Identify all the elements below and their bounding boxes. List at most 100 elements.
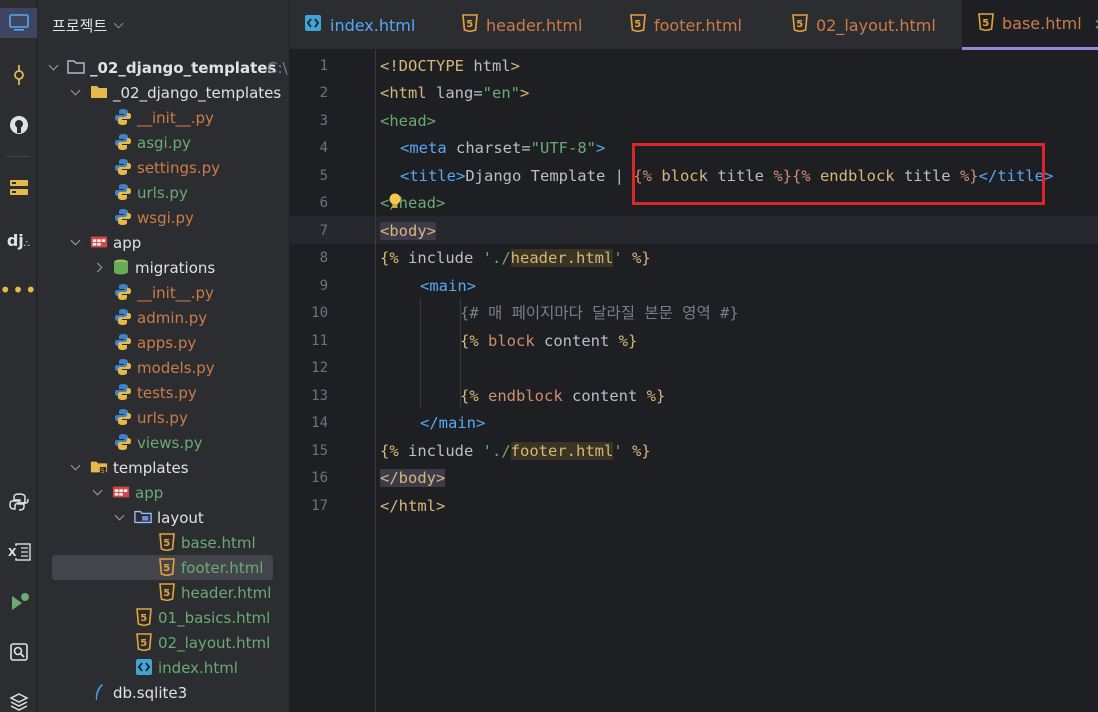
layers-icon[interactable] [0, 687, 37, 712]
more-icon[interactable]: ••• [0, 275, 37, 305]
chevron-down-icon[interactable] [67, 80, 83, 105]
chevron-right-icon[interactable] [89, 255, 105, 280]
token: './ [482, 249, 511, 267]
commit-icon[interactable] [0, 60, 37, 90]
migrations-folder-icon [112, 258, 130, 276]
tree-item-path: C:\ [267, 58, 288, 77]
html5-icon: 5 [462, 14, 478, 36]
github-icon[interactable] [0, 110, 37, 140]
tab-index-html[interactable]: index.html [304, 0, 415, 50]
tab-02-layout-html[interactable]: 5 02_layout.html [792, 0, 936, 50]
tree-item-label: templates [113, 458, 189, 477]
token: {% [380, 249, 399, 267]
token: {% [460, 387, 479, 405]
line-number: 5 [319, 168, 328, 184]
token: {# 매 페이지마다 달라질 본문 영역 #} [460, 304, 739, 322]
tree-file-item[interactable]: urls.py [37, 180, 289, 205]
django-icon[interactable]: dj ∴ [0, 225, 37, 255]
line-number: 13 [311, 388, 328, 404]
chevron-down-icon[interactable] [113, 18, 124, 28]
chevron-down-icon[interactable] [45, 55, 61, 80]
python-console-icon[interactable] [0, 487, 37, 517]
tree-file-item[interactable]: 5 02_layout.html [37, 630, 289, 655]
token: endblock [478, 387, 563, 405]
project-view-icon[interactable] [0, 8, 37, 38]
tree-file-item[interactable]: models.py [37, 355, 289, 380]
tab-base-html[interactable]: 5 base.html × [962, 0, 1098, 50]
code-line-16: </body> [380, 465, 446, 492]
tree-folder-item[interactable]: 5 templates [37, 455, 289, 480]
token: html [464, 57, 511, 75]
run-icon[interactable] [0, 587, 37, 617]
tree-file-item[interactable]: 5 header.html [37, 580, 289, 605]
chevron-down-icon[interactable] [67, 230, 83, 255]
tree-file-item[interactable]: 5 footer.html [52, 555, 273, 580]
chevron-down-icon[interactable] [67, 455, 83, 480]
line-number: 6 [319, 195, 328, 211]
tree-file-item[interactable]: db.sqlite3 [37, 680, 289, 705]
tree-file-item[interactable]: __init__.py [37, 280, 289, 305]
chevron-down-icon[interactable] [111, 505, 127, 530]
tree-file-item[interactable]: admin.py [37, 305, 289, 330]
excel-icon[interactable]: X [0, 537, 37, 567]
html5-file-icon: 5 [158, 533, 176, 551]
tab-label: footer.html [654, 15, 742, 35]
activity-bar: dj ∴ ••• X [0, 0, 37, 712]
search-icon[interactable] [0, 637, 37, 667]
tree-item-label: apps.py [137, 333, 197, 352]
python-file-icon [114, 108, 132, 126]
tab-footer-html[interactable]: 5 footer.html [630, 0, 742, 50]
line-number: 8 [319, 250, 328, 266]
tab-label: index.html [330, 15, 416, 35]
html5-file-icon: 5 [135, 608, 153, 626]
tree-file-item[interactable]: settings.py [37, 155, 289, 180]
token: "en" [482, 84, 520, 102]
project-panel: 프로젝트 _02_django_templates C:\ _02_django_t… [37, 0, 289, 712]
divider [6, 156, 30, 157]
chevron-down-icon[interactable] [89, 480, 105, 505]
close-icon[interactable]: × [1094, 15, 1098, 33]
tree-file-item[interactable]: views.py [37, 430, 289, 455]
svg-text:5: 5 [796, 19, 803, 30]
token: </main> [420, 414, 486, 432]
tree-file-item[interactable]: tests.py [37, 380, 289, 405]
tree-file-item[interactable]: index.html [37, 655, 289, 680]
tree-item-label: models.py [137, 358, 215, 377]
svg-text:5: 5 [634, 19, 641, 30]
tab-header-html[interactable]: 5 header.html [462, 0, 582, 50]
project-panel-title: 프로젝트 [52, 16, 108, 35]
tree-folder-item[interactable]: migrations [37, 255, 289, 280]
tree-folder-item[interactable]: layout [37, 505, 289, 530]
tree-file-item[interactable]: wsgi.py [37, 205, 289, 230]
tree-file-item[interactable]: 5 01_basics.html [37, 605, 289, 630]
lightbulb-icon[interactable] [388, 192, 402, 210]
tree-file-item[interactable]: 5 base.html [37, 530, 289, 555]
tree-item-label: tests.py [137, 383, 197, 402]
token: ' [613, 442, 623, 460]
project-panel-header[interactable]: 프로젝트 [37, 0, 289, 50]
token: Django Template | [465, 167, 634, 185]
line-number: 2 [319, 85, 328, 101]
code-line-8: {% include './header.html' %} [380, 245, 651, 272]
token: charset= [446, 139, 531, 157]
tree-item-label: _02_django_templates [90, 58, 277, 77]
line-number: 11 [311, 333, 328, 349]
tree-folder-item[interactable]: app [37, 230, 289, 255]
token: include [398, 249, 483, 267]
database-icon[interactable] [0, 173, 37, 203]
tree-file-item[interactable]: urls.py [37, 405, 289, 430]
tree-folder-item[interactable]: _02_django_templates [37, 80, 289, 105]
svg-text:5: 5 [140, 613, 147, 624]
tree-folder-item[interactable]: app [37, 480, 289, 505]
python-file-icon [114, 308, 132, 326]
tree-file-item[interactable]: asgi.py [37, 130, 289, 155]
tree-file-item[interactable]: apps.py [37, 330, 289, 355]
tree-file-item[interactable]: __init__.py [37, 105, 289, 130]
svg-text:5: 5 [163, 538, 170, 549]
tree-folder-item[interactable]: _02_django_templates C:\ [37, 55, 289, 80]
python-file-icon [114, 433, 132, 451]
line-number-gutter: 1 2 3 4 5 6 7 8 9 10 11 12 13 14 15 16 17 [290, 50, 376, 712]
line-number: 4 [319, 140, 328, 156]
tree-item-label: index.html [158, 658, 238, 677]
token: ' [613, 249, 623, 267]
